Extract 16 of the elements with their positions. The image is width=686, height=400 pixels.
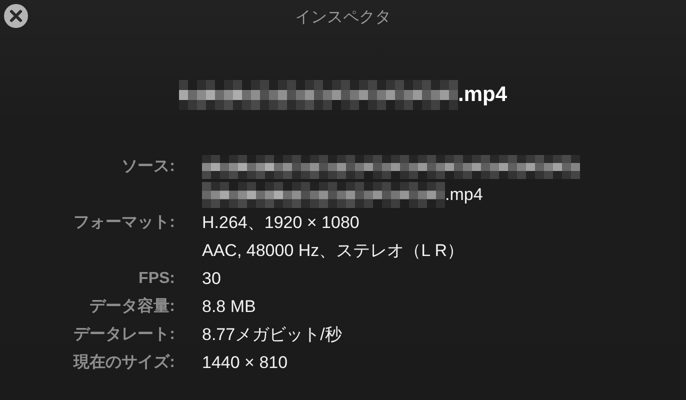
field-label: 現在のサイズ: [74, 352, 175, 373]
field-value: 8.77メガビット/秒 [202, 324, 342, 346]
file-name: .mp4 [458, 82, 507, 108]
field-label: ソース: [122, 157, 175, 177]
field-value: 30 [202, 268, 221, 290]
field-label: FPS: [138, 269, 175, 289]
field-label: データ容量: [90, 296, 175, 317]
field-value: .mp4 [445, 184, 483, 206]
field-value: AAC, 48000 Hz、ステレオ（L R） [202, 240, 464, 262]
window-title: インスペクタ [295, 8, 391, 28]
field-label: フォーマット: [74, 213, 175, 233]
field-value: 1440 × 810 [202, 352, 288, 374]
field-value: H.264、1920 × 1080 [202, 212, 360, 234]
close-button[interactable] [3, 3, 29, 29]
field-value: 8.8 MB [202, 296, 256, 318]
field-label: データレート: [74, 325, 175, 345]
